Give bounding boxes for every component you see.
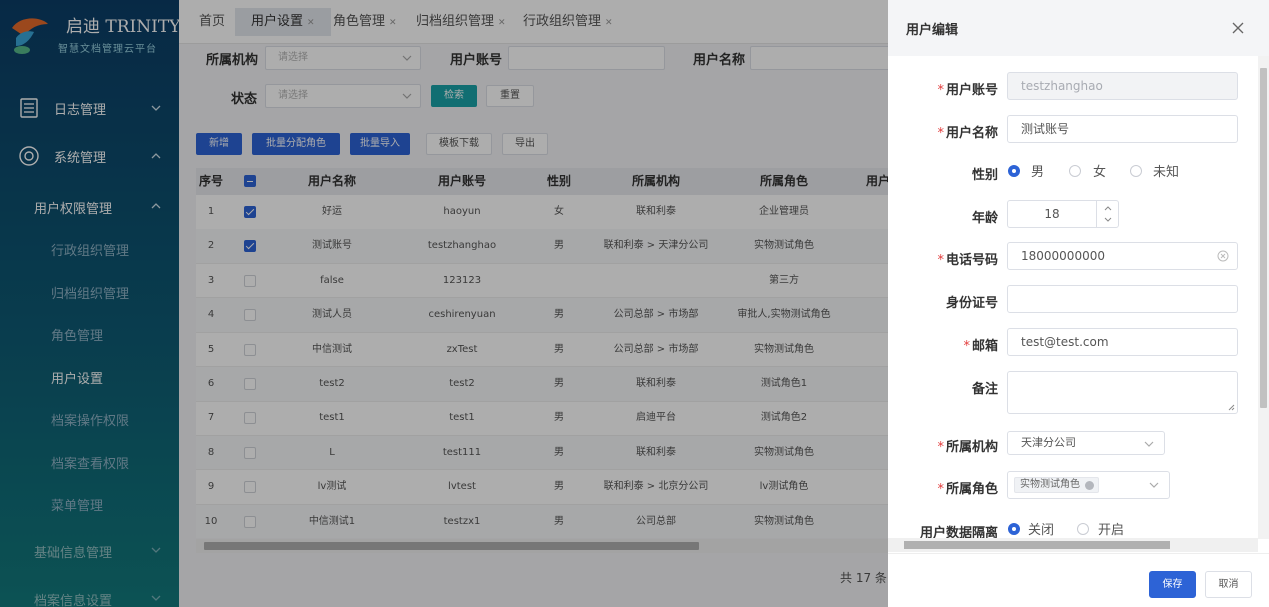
remark-textarea[interactable] [1007,371,1238,414]
field-label: 性别 [971,168,998,183]
chevron-up-icon[interactable] [1103,204,1113,212]
tag-close-icon[interactable] [1085,481,1094,490]
radio-label: 关闭 [1028,523,1055,538]
cancel-button[interactable]: 取消 [1205,571,1252,598]
field-label: * 邮箱 [963,339,998,354]
drawer-horizontal-scrollbar[interactable] [888,538,1258,552]
scrollbar-thumb[interactable] [904,541,1170,549]
field-label: * 用户账号 [937,83,998,98]
radio-label: 未知 [1153,165,1180,180]
phone-field[interactable]: 18000000000 [1007,242,1238,270]
chevron-down-icon [1144,441,1154,447]
gender-male-radio[interactable] [1008,165,1020,177]
field-idcard: 身份证号 [888,283,1258,319]
field-label: * 所属机构 [937,440,998,455]
clear-icon[interactable] [1217,250,1229,262]
field-label: * 用户名称 [937,126,998,141]
field-label: * 电话号码 [937,253,998,268]
age-stepper[interactable]: 18 [1007,200,1119,228]
field-label: 用户数据隔离 [919,526,998,539]
field-label: 身份证号 [945,296,998,311]
age-value: 18 [1044,207,1060,221]
email-field[interactable]: test@test.com [1007,328,1238,356]
field-label: 备注 [971,382,998,397]
field-gender: 性别 男 女 未知 [888,155,1258,191]
isolation-off-radio[interactable] [1008,523,1020,535]
field-label: * 所属角色 [937,482,998,497]
close-icon[interactable] [1230,20,1246,36]
phone-value: 18000000000 [1021,249,1105,263]
chevron-down-icon[interactable] [1103,216,1113,224]
role-tag: 实物测试角色 [1014,477,1099,493]
field-org: * 所属机构 天津分公司 [888,427,1258,463]
field-isolation: 用户数据隔离 关闭 开启 [888,513,1258,539]
radio-label: 男 [1031,165,1045,180]
gender-female-radio[interactable] [1069,165,1081,177]
save-button[interactable]: 保存 [1149,571,1196,598]
field-email: * 邮箱 test@test.com [888,326,1258,362]
modal-overlay[interactable] [0,0,888,607]
role-select-field[interactable]: 实物测试角色 [1007,471,1170,499]
org-value: 天津分公司 [1021,436,1076,449]
org-select-field[interactable]: 天津分公司 [1007,431,1165,455]
isolation-on-radio[interactable] [1077,523,1089,535]
gender-unknown-radio[interactable] [1130,165,1142,177]
drawer-vertical-scrollbar[interactable] [1258,56,1269,539]
field-remark: 备注 [888,369,1258,417]
chevron-down-icon [1149,482,1159,488]
field-account: * 用户账号 testzhanghao [888,70,1258,106]
drawer-header: 用户编辑 [888,0,1269,56]
resize-handle-icon[interactable] [1228,404,1235,411]
drawer-form: * 用户账号 testzhanghao * 用户名称 测试账号 性别 男 女 未知 … [888,56,1269,539]
user-edit-drawer: 用户编辑 * 用户账号 testzhanghao * 用户名称 测试账号 性别 男 … [888,0,1269,607]
radio-label: 开启 [1098,523,1125,538]
account-field[interactable]: testzhanghao [1007,72,1238,100]
field-age: 年龄 18 [888,198,1258,234]
field-name: * 用户名称 测试账号 [888,113,1258,149]
name-field[interactable]: 测试账号 [1007,115,1238,143]
field-role: * 所属角色 实物测试角色 [888,469,1258,505]
drawer-title: 用户编辑 [906,23,959,38]
radio-label: 女 [1093,165,1107,180]
idcard-field[interactable] [1007,285,1238,313]
drawer-footer: 保存 取消 [888,553,1269,607]
stepper-controls [1096,201,1118,227]
scrollbar-thumb[interactable] [1260,68,1267,408]
field-phone: * 电话号码 18000000000 [888,240,1258,276]
field-label: 年龄 [971,211,998,226]
